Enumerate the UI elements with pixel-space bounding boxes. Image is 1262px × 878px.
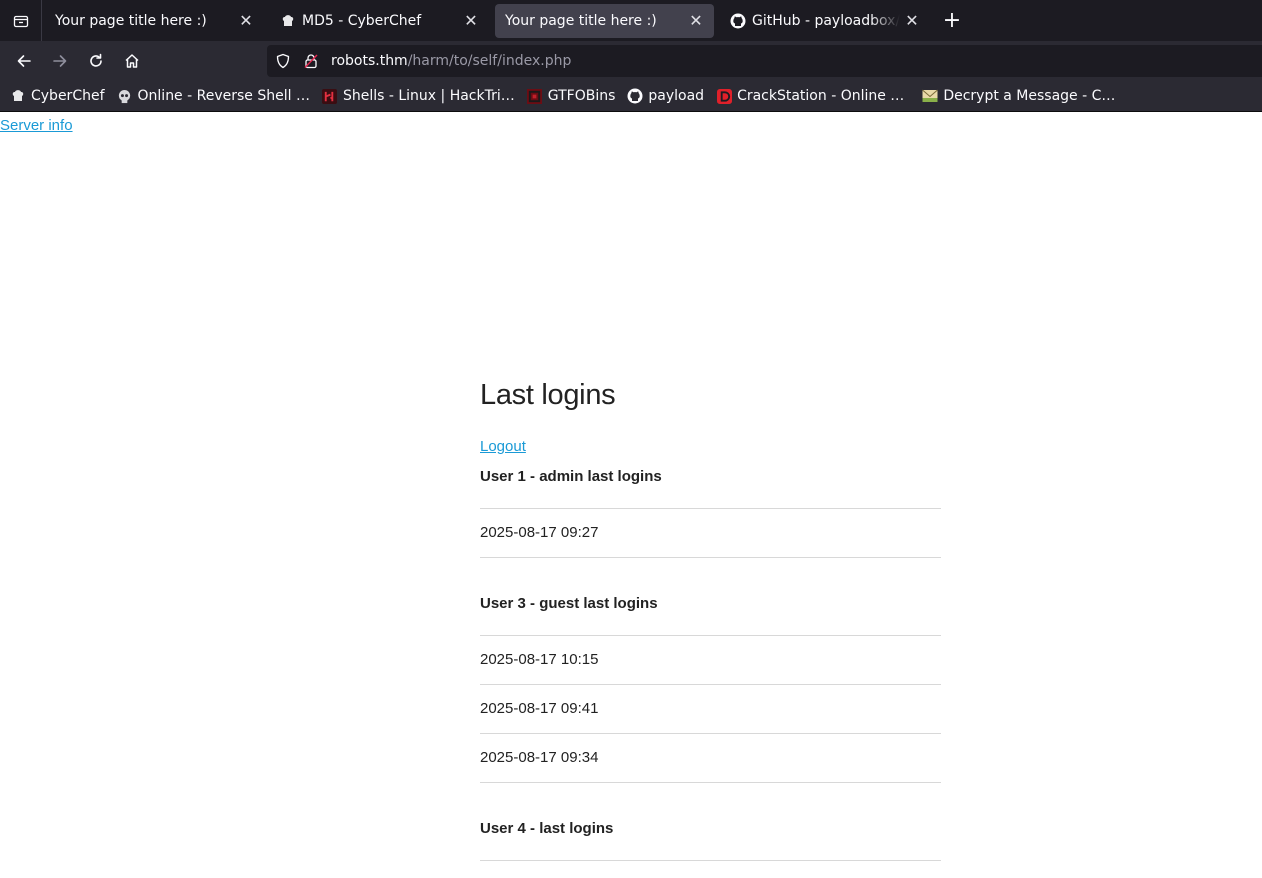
- user-title: User 3 - guest last logins: [480, 587, 941, 636]
- bookmark-label: payload: [648, 88, 705, 104]
- user-login-block: User 1 - admin last logins 2025-08-17 09…: [480, 460, 941, 558]
- gtfobins-icon: [527, 88, 543, 104]
- tab-page-title-1[interactable]: Your page title here :) ✕: [45, 4, 264, 38]
- bookmark-hacktricks[interactable]: Shells - Linux | HackTri…: [322, 88, 515, 104]
- chef-hat-icon: [10, 88, 26, 104]
- bookmark-label: Decrypt a Message - C…: [943, 88, 1116, 104]
- tab-title: GitHub - payloadbox/xss-payload-list: [752, 12, 900, 29]
- server-info-link[interactable]: Server info: [0, 117, 73, 134]
- login-entry: 2025-08-17 09:41: [480, 685, 941, 734]
- url-path: /harm/to/self/index.php: [407, 53, 572, 69]
- tab-title: MD5 - CyberChef: [302, 12, 422, 29]
- home-button[interactable]: [114, 45, 150, 77]
- page-title: Last logins: [480, 379, 616, 411]
- back-button[interactable]: [6, 45, 42, 77]
- login-entry: 2025-08-17 09:34: [480, 734, 941, 783]
- tracking-shield-icon[interactable]: [269, 45, 297, 77]
- tab-title: Your page title here :): [505, 12, 657, 29]
- bookmark-crackstation[interactable]: CrackStation - Online …: [716, 88, 904, 104]
- github-icon: [627, 88, 643, 104]
- bookmark-reverse-shell[interactable]: Online - Reverse Shell …: [117, 88, 310, 104]
- user-title: User 4 - last logins: [480, 812, 941, 861]
- user-login-block: User 3 - guest last logins 2025-08-17 10…: [480, 587, 941, 783]
- tab-list-icon: [13, 15, 28, 27]
- github-icon: [730, 13, 746, 29]
- login-entry: 2025-08-17 09:27: [480, 509, 941, 558]
- chef-hat-icon: [280, 13, 296, 29]
- tab-cyberchef[interactable]: MD5 - CyberChef ✕: [270, 4, 489, 38]
- login-entry: 2025-08-17 10:15: [480, 636, 941, 685]
- reload-button[interactable]: [78, 45, 114, 77]
- tab-title: Your page title here :): [55, 12, 207, 29]
- home-icon: [125, 54, 139, 68]
- forward-button[interactable]: [42, 45, 78, 77]
- bookmark-gtfobins[interactable]: GTFOBins: [527, 88, 616, 104]
- bookmark-label: Online - Reverse Shell …: [137, 88, 310, 104]
- bookmark-payload[interactable]: payload: [627, 88, 704, 104]
- bookmark-cyberchef[interactable]: CyberChef: [10, 88, 105, 104]
- user-title: User 1 - admin last logins: [480, 460, 941, 509]
- bookmarks-toolbar: CyberChef Online - Reverse Shell … Shell…: [0, 81, 1262, 112]
- bookmark-decrypt-message[interactable]: Decrypt a Message - C…: [922, 88, 1115, 104]
- login-entry: 2025-08-17 09:45: [480, 861, 941, 878]
- new-tab-button[interactable]: +: [934, 4, 970, 38]
- user-login-block: User 4 - last logins 2025-08-17 09:45: [480, 812, 941, 878]
- tab-page-title-active[interactable]: Your page title here :) ✕: [495, 3, 714, 38]
- skull-icon: [117, 88, 133, 104]
- tab-bar: Your page title here :) ✕ MD5 - CyberChe…: [0, 0, 1262, 41]
- plus-icon: +: [942, 8, 962, 33]
- last-logins-panel: Last logins Logout User 1 - admin last l…: [480, 379, 941, 878]
- reload-icon: [90, 53, 102, 67]
- bookmark-label: CrackStation - Online …: [737, 88, 905, 104]
- crackstation-icon: [716, 88, 732, 104]
- bookmark-label: Shells - Linux | HackTri…: [342, 88, 515, 104]
- insecure-lock-icon[interactable]: [297, 45, 325, 77]
- close-icon[interactable]: ✕: [688, 12, 704, 29]
- logout-link[interactable]: Logout: [480, 438, 526, 455]
- tab-github[interactable]: GitHub - payloadbox/xss-payload-list ✕: [720, 4, 930, 38]
- back-arrow-icon: [17, 55, 31, 67]
- envelope-icon: [922, 88, 939, 104]
- forward-arrow-icon: [53, 55, 67, 67]
- url-text[interactable]: robots.thm/harm/to/self/index.php: [331, 53, 571, 69]
- hacktricks-icon: [322, 88, 338, 104]
- close-icon[interactable]: ✕: [463, 12, 479, 29]
- navigation-bar: robots.thm/harm/to/self/index.php: [0, 41, 1262, 81]
- page-viewport: Server info Last logins Logout User 1 - …: [0, 113, 1262, 878]
- tab-list-button[interactable]: [0, 0, 42, 41]
- close-icon[interactable]: ✕: [904, 12, 920, 29]
- close-icon[interactable]: ✕: [238, 12, 254, 29]
- url-host: robots.thm: [331, 53, 408, 69]
- url-bar[interactable]: robots.thm/harm/to/self/index.php: [267, 45, 1262, 77]
- bookmark-label: CyberChef: [31, 88, 105, 104]
- bookmark-label: GTFOBins: [547, 88, 616, 104]
